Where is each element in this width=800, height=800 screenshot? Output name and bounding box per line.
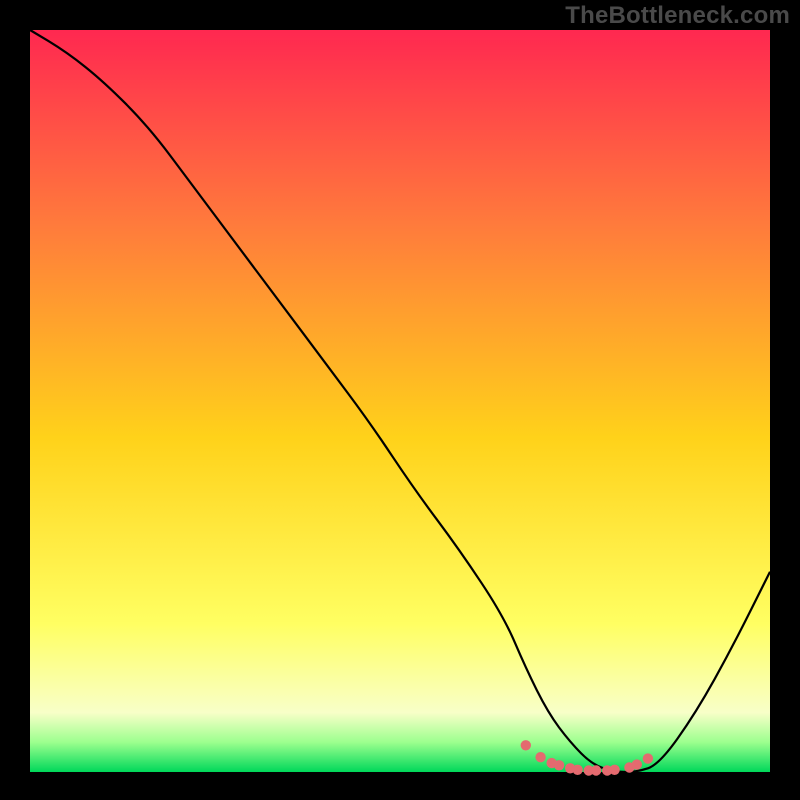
sweet-spot-point xyxy=(609,765,619,775)
sweet-spot-point xyxy=(591,765,601,775)
sweet-spot-point xyxy=(554,760,564,770)
sweet-spot-point xyxy=(632,759,642,769)
sweet-spot-point xyxy=(535,752,545,762)
chart-svg xyxy=(0,0,800,800)
sweet-spot-point xyxy=(572,765,582,775)
bottleneck-chart: TheBottleneck.com xyxy=(0,0,800,800)
sweet-spot-point xyxy=(643,753,653,763)
watermark-text: TheBottleneck.com xyxy=(565,2,790,30)
plot-area xyxy=(30,30,770,772)
sweet-spot-point xyxy=(521,740,531,750)
